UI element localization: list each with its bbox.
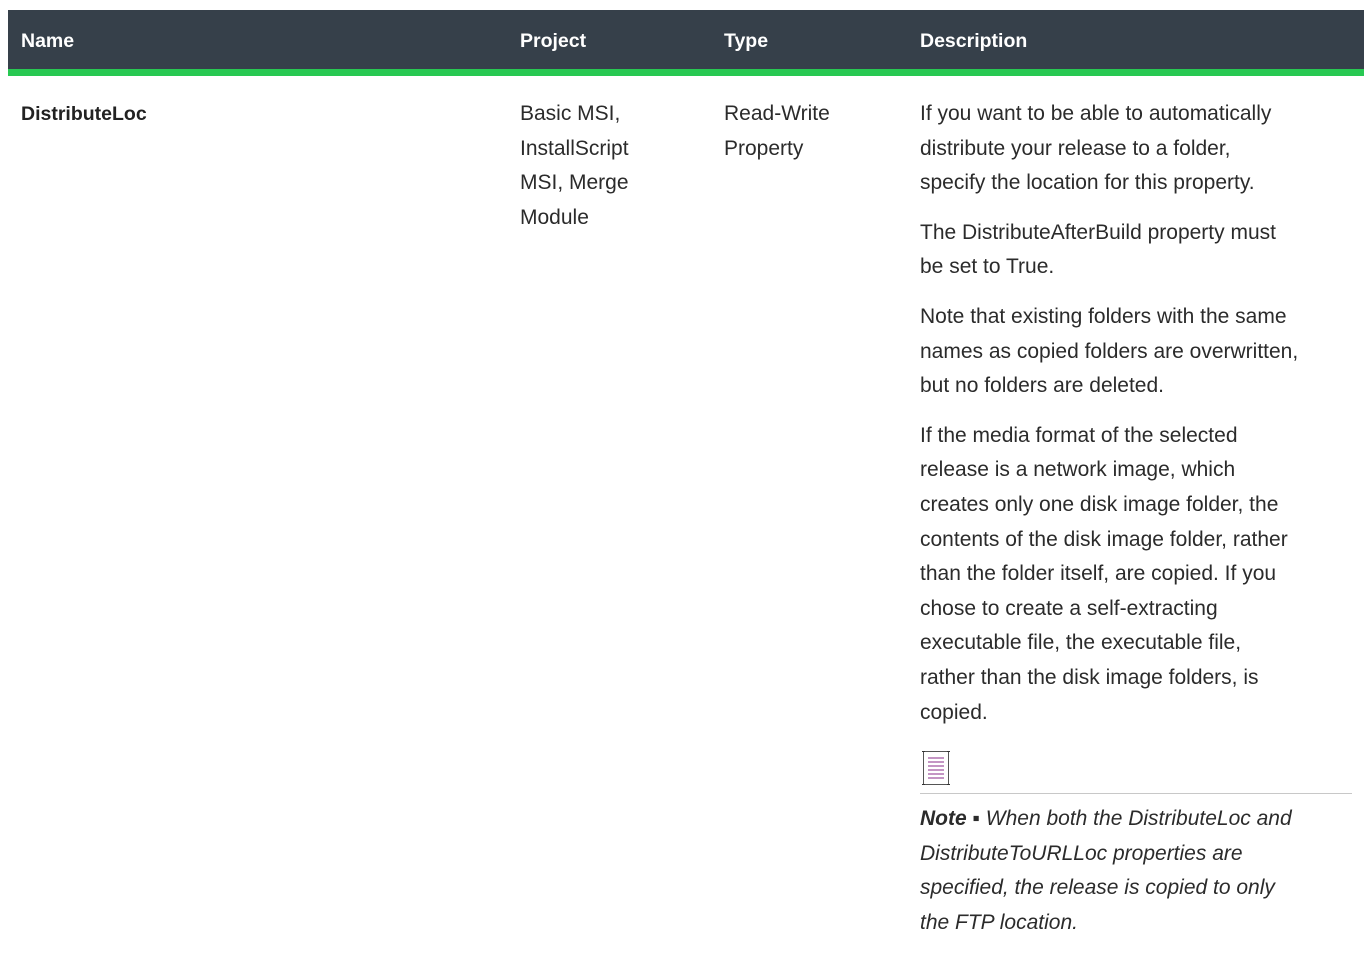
description-line: Note that existing folders with the same xyxy=(920,304,1287,328)
note-label: Note ▪ xyxy=(920,807,980,831)
description-line: specify the location for this property. xyxy=(920,171,1255,195)
note-line: DistributeToURLLoc properties are xyxy=(920,841,1243,865)
description-line: The DistributeAfterBuild property must xyxy=(920,220,1276,244)
header-type: Type xyxy=(724,30,769,52)
description-line: release is a network image, which xyxy=(920,458,1236,482)
project-line: Basic MSI, xyxy=(520,102,621,125)
note-line-text: When both the DistributeLoc and xyxy=(979,807,1292,831)
description-line: rather than the disk image folders, is xyxy=(920,665,1259,689)
description-line: distribute your release to a folder, xyxy=(920,136,1231,160)
property-description: If you want to be able to automatically … xyxy=(920,97,1360,940)
description-line: chose to create a self-extracting xyxy=(920,596,1218,620)
description-line: copied. xyxy=(920,700,988,724)
description-paragraph: Note that existing folders with the same… xyxy=(920,300,1360,404)
note-icon xyxy=(920,749,952,787)
table-header: Name Project Type Description xyxy=(8,10,1364,76)
description-paragraph: The DistributeAfterBuild property must b… xyxy=(920,216,1360,285)
description-line: names as copied folders are overwritten, xyxy=(920,339,1299,363)
project-line: Module xyxy=(520,205,589,229)
note-line: specified, the release is copied to only xyxy=(920,876,1275,900)
header-project: Project xyxy=(520,30,587,52)
type-line: Property xyxy=(724,136,804,160)
properties-table: Name Project Type Description Distribute… xyxy=(8,10,1364,934)
description-line: If the media format of the selected xyxy=(920,423,1238,447)
note-line: the FTP location. xyxy=(920,910,1078,934)
project-line: InstallScript xyxy=(520,136,629,160)
project-line: MSI, Merge xyxy=(520,171,629,195)
description-line: contents of the disk image folder, rathe… xyxy=(920,527,1288,551)
description-line: If you want to be able to automatically xyxy=(920,102,1272,125)
property-project: Basic MSI, InstallScript MSI, Merge Modu… xyxy=(520,97,700,235)
description-paragraph: If you want to be able to automatically … xyxy=(920,97,1360,201)
description-paragraph: If the media format of the selected rele… xyxy=(920,419,1360,730)
header-name: Name xyxy=(21,30,75,52)
description-line: creates only one disk image folder, the xyxy=(920,492,1279,516)
description-line: executable file, the executable file, xyxy=(920,631,1242,655)
type-line: Read-Write xyxy=(724,102,830,125)
note-divider xyxy=(920,793,1352,795)
description-line: than the folder itself, are copied. If y… xyxy=(920,562,1277,586)
description-line: but no folders are deleted. xyxy=(920,374,1165,398)
description-line: be set to True. xyxy=(920,255,1055,279)
property-name: DistributeLoc xyxy=(21,103,147,125)
note-line: Note ▪ When both the DistributeLoc and xyxy=(920,802,1360,837)
note-text: Note ▪ When both the DistributeLoc and D… xyxy=(920,802,1360,940)
property-type: Read-Write Property xyxy=(724,97,904,166)
header-description: Description xyxy=(920,30,1028,52)
